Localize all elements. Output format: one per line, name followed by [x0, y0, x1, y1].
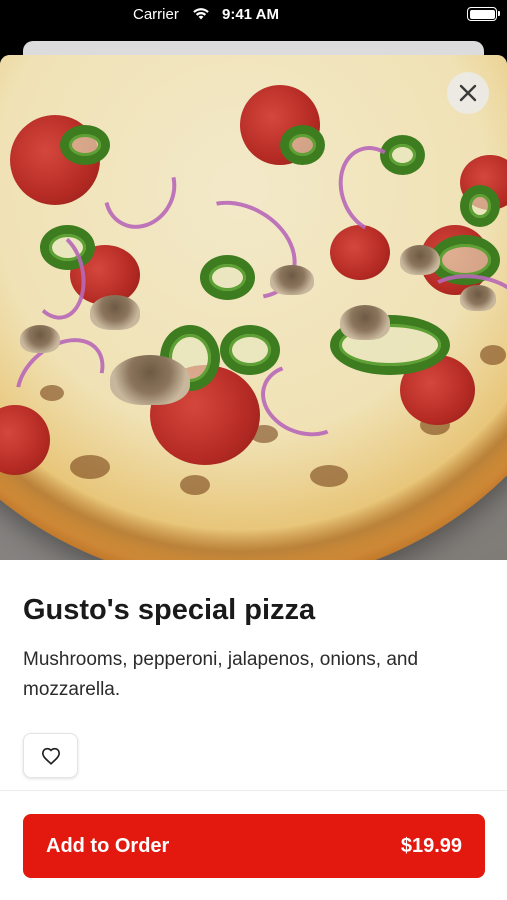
- favorite-button[interactable]: [23, 733, 78, 778]
- price-label: $19.99: [400, 834, 462, 857]
- item-detail-sheet: Gusto's special pizza Mushrooms, peppero…: [0, 55, 507, 900]
- pizza-image: [0, 55, 507, 560]
- status-time: 9:41 AM: [222, 6, 279, 23]
- status-bar: Carrier 9:41 AM: [0, 0, 507, 32]
- close-button[interactable]: [447, 72, 489, 114]
- add-to-order-label: Add to Order: [46, 834, 170, 857]
- add-to-order-button[interactable]: Add to Order $19.99: [23, 814, 485, 878]
- pizza-photo: [0, 55, 507, 560]
- battery-icon: [467, 7, 500, 21]
- carrier-label: Carrier: [133, 6, 179, 23]
- divider: [0, 790, 507, 791]
- close-icon: [459, 84, 477, 102]
- wifi-icon: [193, 8, 209, 20]
- item-title: Gusto's special pizza: [23, 594, 316, 626]
- heart-icon: [41, 747, 60, 765]
- item-description: Mushrooms, pepperoni, jalapenos, onions,…: [23, 649, 419, 700]
